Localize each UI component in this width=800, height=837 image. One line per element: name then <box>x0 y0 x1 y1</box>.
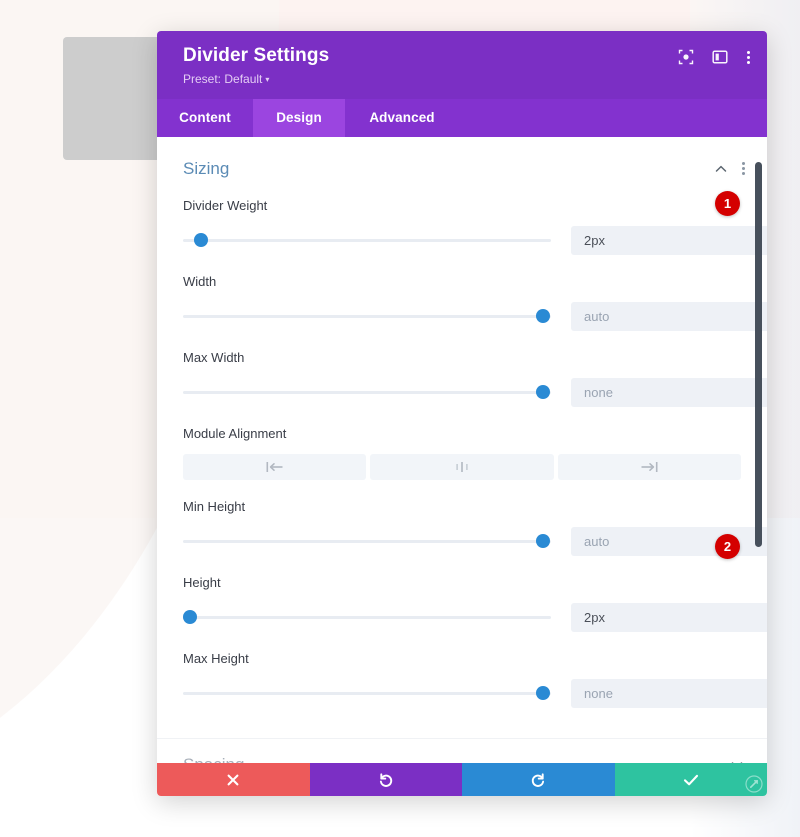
align-right-button[interactable] <box>557 453 741 480</box>
align-center-button[interactable] <box>370 453 554 480</box>
cancel-button[interactable] <box>157 763 310 796</box>
annotation-badge-2: 2 <box>715 533 740 559</box>
section-title: Sizing <box>183 158 230 178</box>
resize-handle-icon[interactable] <box>743 773 765 795</box>
module-alignment-group <box>183 453 741 480</box>
slider-track <box>183 692 551 696</box>
slider-track <box>183 540 551 544</box>
field-label: Height <box>183 574 221 590</box>
slider-knob[interactable] <box>194 233 209 248</box>
max-height-input[interactable] <box>571 678 767 708</box>
slider-knob[interactable] <box>536 534 551 549</box>
slider-knob[interactable] <box>536 686 551 701</box>
layout-panel-icon[interactable] <box>712 49 728 65</box>
modal-tabs: Content Design Advanced <box>157 98 767 137</box>
field-label: Module Alignment <box>183 425 287 441</box>
divider-weight-input[interactable] <box>571 225 767 255</box>
preset-label: Preset: Default <box>183 71 263 86</box>
field-height: Height <box>157 575 767 632</box>
undo-icon <box>378 772 394 788</box>
modal-header: Divider Settings Preset: Default ▾ <box>157 31 767 99</box>
slider-track <box>183 391 551 395</box>
align-center-icon <box>453 461 471 473</box>
field-label: Min Height <box>183 498 246 514</box>
slider-track <box>183 616 551 620</box>
chevron-down-icon: ▾ <box>265 74 270 84</box>
slider-track <box>183 315 551 319</box>
height-input[interactable] <box>571 602 767 632</box>
slider-knob[interactable] <box>536 385 551 400</box>
slider-knob[interactable] <box>183 610 197 625</box>
modal-body: Sizing Divider Weight 2px Width auto Max… <box>157 136 767 763</box>
section-title: Spacing <box>183 755 729 763</box>
annotation-badge-1: 1 <box>715 190 740 216</box>
width-input[interactable] <box>571 301 767 331</box>
undo-button[interactable] <box>309 763 462 796</box>
field-max-width: Max Width <box>157 350 767 407</box>
divider-settings-modal: Divider Settings Preset: Default ▾ Conte… <box>157 31 767 796</box>
modal-header-actions <box>678 49 750 65</box>
chevron-up-icon[interactable] <box>713 161 729 177</box>
settings-scroll-area: Sizing Divider Weight 2px Width auto Max… <box>157 137 767 763</box>
field-divider-weight: Divider Weight <box>157 198 767 255</box>
preset-selector[interactable]: Preset: Default ▾ <box>183 72 269 86</box>
section-kebab-menu-icon[interactable] <box>741 161 745 177</box>
check-icon <box>683 773 699 787</box>
tab-advanced[interactable]: Advanced <box>345 99 459 137</box>
tab-design[interactable]: Design <box>253 98 345 137</box>
field-label: Max Width <box>183 349 245 365</box>
section-spacing[interactable]: Spacing <box>157 737 767 763</box>
align-right-icon <box>640 461 658 473</box>
focus-icon[interactable] <box>678 49 694 65</box>
max-height-slider[interactable] <box>183 685 551 701</box>
max-width-slider[interactable] <box>183 384 551 400</box>
slider-track <box>183 239 551 243</box>
slider-knob[interactable] <box>536 309 551 324</box>
close-icon <box>226 773 240 787</box>
modal-title: Divider Settings <box>183 45 330 66</box>
redo-icon <box>530 772 546 788</box>
kebab-menu-icon[interactable] <box>746 49 750 65</box>
divider-weight-slider[interactable] <box>183 232 551 248</box>
field-module-alignment: Module Alignment <box>157 426 767 480</box>
field-label: Divider Weight <box>183 197 268 213</box>
height-slider[interactable] <box>183 609 551 625</box>
settings-scrollbar-thumb[interactable] <box>755 161 762 547</box>
field-min-height: Min Height <box>157 499 767 556</box>
max-width-input[interactable] <box>571 377 767 407</box>
field-width: Width <box>157 274 767 331</box>
field-label: Width <box>183 273 217 289</box>
field-max-height: Max Height <box>157 651 767 708</box>
redo-button[interactable] <box>462 763 615 796</box>
modal-footer <box>157 763 767 796</box>
min-height-slider[interactable] <box>183 533 551 549</box>
settings-scrollbar-track[interactable] <box>755 137 765 763</box>
align-left-button[interactable] <box>183 453 367 480</box>
field-label: Max Height <box>183 650 249 666</box>
width-slider[interactable] <box>183 308 551 324</box>
align-left-icon <box>266 461 284 473</box>
sizing-section-header: Sizing <box>157 137 767 179</box>
tab-content[interactable]: Content <box>157 99 253 137</box>
